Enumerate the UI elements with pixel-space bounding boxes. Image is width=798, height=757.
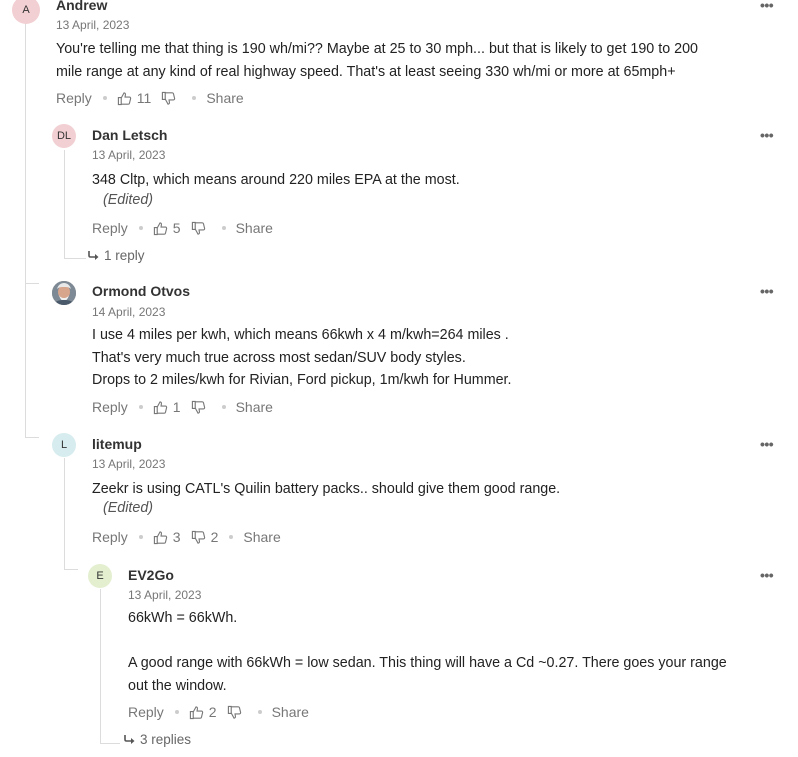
comment-actions: Reply 2 Share — [128, 704, 309, 720]
like-icon[interactable] — [153, 530, 168, 545]
avatar[interactable]: E — [88, 564, 112, 588]
comment-date: 13 April, 2023 — [128, 588, 202, 602]
edited-label: (Edited) — [103, 192, 154, 208]
separator-dot — [192, 96, 197, 100]
dislike-icon[interactable] — [191, 400, 206, 415]
comment-date: 13 April, 2023 — [92, 457, 166, 471]
separator-dot — [174, 710, 179, 714]
avatar[interactable] — [52, 281, 76, 305]
more-options-button[interactable]: ••• — [760, 127, 774, 143]
reply-arrow-icon — [124, 735, 135, 744]
comment-author[interactable]: litemup — [92, 436, 142, 452]
thread-line — [25, 18, 26, 438]
comment-author[interactable]: Andrew — [56, 0, 107, 13]
like-icon[interactable] — [153, 400, 168, 415]
dislike-icon[interactable] — [191, 221, 206, 236]
more-options-button[interactable]: ••• — [760, 0, 774, 13]
comment-line: out the window. — [128, 677, 227, 694]
comment-date: 13 April, 2023 — [56, 18, 130, 32]
reply-button[interactable]: Reply — [92, 399, 128, 415]
comment-line: 66kWh = 66kWh. — [128, 610, 238, 626]
view-replies-link[interactable]: 1 reply — [88, 248, 145, 263]
avatar[interactable]: L — [52, 433, 76, 457]
comment-line — [128, 630, 788, 653]
thread-line — [64, 458, 65, 569]
comment-line: Zeekr is using CATL's Quilin battery pac… — [92, 481, 561, 497]
dislike-count: 2 — [210, 529, 219, 545]
comment-text: Zeekr is using CATL's Quilin battery pac… — [92, 478, 772, 501]
edited-label: (Edited) — [103, 500, 154, 516]
comment-text: 348 Cltp, which means around 220 miles E… — [92, 169, 772, 192]
thread-line — [25, 437, 39, 438]
thread-line — [100, 743, 120, 744]
more-options-button[interactable]: ••• — [760, 283, 774, 299]
comment-date: 13 April, 2023 — [92, 148, 166, 162]
avatar[interactable]: DL — [52, 124, 76, 148]
replies-count: 3 replies — [140, 732, 192, 747]
comment-line: You're telling me that thing is 190 wh/m… — [56, 41, 698, 57]
thread-line — [100, 589, 101, 743]
replies-count: 1 reply — [104, 248, 145, 263]
comment-line: I use 4 miles per kwh, which means 66kwh… — [92, 327, 509, 343]
dislike-icon[interactable] — [161, 91, 176, 106]
separator-dot — [138, 405, 143, 409]
more-options-button[interactable]: ••• — [760, 567, 774, 583]
like-count: 2 — [208, 704, 217, 720]
comment-text: 66kWh = 66kWh. A good range with 66kWh =… — [128, 607, 788, 697]
comment-line: mile range at any kind of real highway s… — [56, 63, 676, 80]
separator-dot — [221, 226, 226, 230]
comment-line: Drops to 2 miles/kwh for Rivian, Ford pi… — [92, 372, 512, 388]
dislike-icon[interactable] — [227, 705, 242, 720]
comment-text: I use 4 miles per kwh, which means 66kwh… — [92, 324, 772, 392]
thread-line — [25, 283, 39, 284]
separator-dot — [138, 535, 143, 539]
like-icon[interactable] — [117, 91, 132, 106]
user-photo-icon — [52, 281, 76, 305]
more-options-button[interactable]: ••• — [760, 436, 774, 452]
share-button[interactable]: Share — [236, 220, 273, 236]
reply-button[interactable]: Reply — [92, 529, 128, 545]
separator-dot — [257, 710, 262, 714]
avatar[interactable]: A — [12, 0, 40, 24]
thread-line — [64, 258, 86, 259]
comment-actions: Reply 3 2 Share — [92, 529, 281, 545]
share-button[interactable]: Share — [272, 704, 309, 720]
like-icon[interactable] — [189, 705, 204, 720]
like-icon[interactable] — [153, 221, 168, 236]
separator-dot — [138, 226, 143, 230]
share-button[interactable]: Share — [236, 399, 273, 415]
comment-line: That's very much true across most sedan/… — [92, 349, 466, 366]
reply-button[interactable]: Reply — [92, 220, 128, 236]
share-button[interactable]: Share — [206, 90, 243, 106]
like-count: 11 — [136, 90, 152, 106]
thread-line — [64, 150, 65, 258]
comment-date: 14 April, 2023 — [92, 305, 166, 319]
comment-actions: Reply 1 Share — [92, 399, 273, 415]
separator-dot — [229, 535, 234, 539]
like-count: 1 — [172, 399, 181, 415]
reply-button[interactable]: Reply — [128, 704, 164, 720]
comment-line: 348 Cltp, which means around 220 miles E… — [92, 172, 460, 188]
like-count: 3 — [172, 529, 181, 545]
comment-line: A good range with 66kWh = low sedan. Thi… — [128, 655, 727, 671]
share-button[interactable]: Share — [243, 529, 280, 545]
dislike-icon[interactable] — [191, 530, 206, 545]
comment-author[interactable]: Dan Letsch — [92, 127, 167, 143]
separator-dot — [221, 405, 226, 409]
reply-button[interactable]: Reply — [56, 90, 92, 106]
separator-dot — [102, 96, 107, 100]
comment-actions: Reply 11 Share — [56, 90, 244, 106]
reply-arrow-icon — [88, 251, 99, 260]
thread-line — [64, 569, 78, 570]
comment-author[interactable]: EV2Go — [128, 567, 174, 583]
like-count: 5 — [172, 220, 181, 236]
comment-actions: Reply 5 Share — [92, 220, 273, 236]
view-replies-link[interactable]: 3 replies — [124, 732, 191, 747]
comment-author[interactable]: Ormond Otvos — [92, 283, 190, 299]
comment-text: You're telling me that thing is 190 wh/m… — [56, 38, 776, 83]
